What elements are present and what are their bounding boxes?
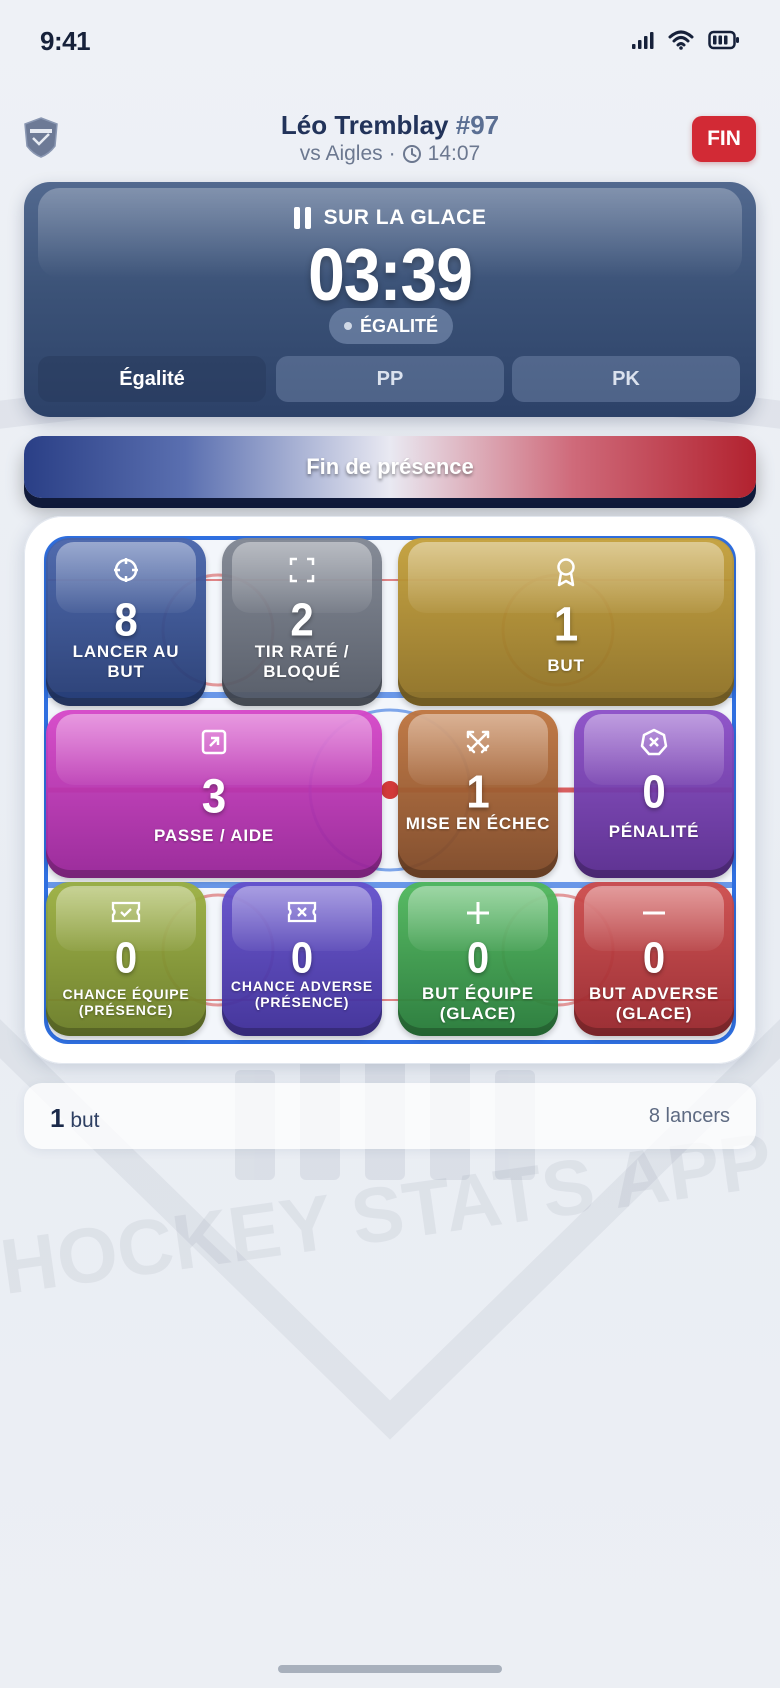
segment-penalty-kill[interactable]: PK — [512, 356, 740, 402]
on-ice-status: SUR LA GLACE — [24, 206, 756, 230]
award-ribbon-icon — [398, 556, 734, 588]
stat-body-check[interactable]: 1 MISE EN ÉCHEC — [398, 710, 558, 878]
stat-label: PÉNALITÉ — [608, 822, 700, 841]
stat-label: BUT ADVERSE (GLACE) — [588, 984, 720, 1023]
clock-icon — [402, 145, 421, 163]
game-clock: 14:07 — [427, 142, 481, 165]
strength-label: ÉGALITÉ — [359, 315, 438, 336]
goals-count: 1 — [50, 1103, 65, 1133]
on-ice-panel: SUR LA GLACE 03:39 ÉGALITÉ Égalité PP PK — [24, 182, 756, 417]
stat-opponent-goal-on-ice[interactable]: 0 BUT ADVERSE (GLACE) — [574, 882, 734, 1036]
plus-icon — [398, 900, 558, 926]
segment-power-play[interactable]: PP — [276, 356, 504, 402]
game-info: vs Aigles · 14:07 — [0, 142, 780, 166]
game-header: Léo Tremblay #97 vs Aigles · 14:07 FIN — [0, 100, 780, 180]
crosshair-icon — [46, 556, 206, 584]
stat-assist[interactable]: 3 PASSE / AIDE — [46, 710, 382, 878]
strength-badge: ÉGALITÉ — [329, 308, 453, 344]
ticket-x-icon — [222, 900, 382, 924]
arrow-up-right-square-icon — [46, 728, 382, 756]
status-time: 9:41 — [40, 26, 91, 56]
strength-dot — [343, 322, 352, 330]
stat-value: 8 — [114, 593, 138, 646]
stat-team-chance[interactable]: 0 CHANCE ÉQUIPE (PRÉSENCE) — [46, 882, 206, 1036]
shift-summary: 1 but 8 lancers — [24, 1083, 756, 1149]
goals-summary: 1 but — [50, 1103, 100, 1134]
pause-icon[interactable] — [293, 207, 312, 229]
stat-value: 0 — [642, 933, 666, 983]
on-ice-label: SUR LA GLACE — [323, 206, 487, 229]
stat-value: 2 — [290, 593, 314, 646]
stat-value: 0 — [290, 933, 314, 983]
stat-label: CHANCE ADVERSE (PRÉSENCE) — [230, 978, 374, 1011]
opponent-label: vs Aigles — [299, 142, 383, 165]
shots-summary: 8 lancers — [648, 1105, 730, 1127]
player-title: Léo Tremblay #97 — [0, 110, 780, 141]
stat-value: 1 — [553, 597, 579, 652]
status-bar: 9:41 — [0, 0, 780, 86]
status-icons — [632, 30, 740, 50]
stat-value: 0 — [466, 933, 490, 983]
end-game-button[interactable]: FIN — [692, 116, 756, 162]
crossed-swords-icon — [398, 728, 558, 756]
stat-label: MISE EN ÉCHEC — [405, 814, 551, 833]
stat-label: CHANCE ÉQUIPE (PRÉSENCE) — [62, 986, 190, 1019]
player-number: #97 — [455, 110, 500, 140]
end-shift-button[interactable]: Fin de présence — [24, 436, 756, 498]
minus-icon — [574, 900, 734, 926]
x-circle-icon — [574, 728, 734, 756]
stat-value: 0 — [114, 933, 138, 983]
wifi-icon — [668, 30, 694, 50]
stat-label: LANCER AU BUT — [72, 642, 180, 681]
frame-corners-icon — [222, 556, 382, 584]
stat-label: BUT — [547, 656, 585, 675]
stat-opponent-chance[interactable]: 0 CHANCE ADVERSE (PRÉSENCE) — [222, 882, 382, 1036]
stat-label: TIR RATÉ / BLOQUÉ — [254, 642, 350, 681]
stat-shot-on-goal[interactable]: 8 LANCER AU BUT — [46, 538, 206, 706]
info-separator: · — [388, 142, 396, 165]
stat-team-goal-on-ice[interactable]: 0 BUT ÉQUIPE (GLACE) — [398, 882, 558, 1036]
battery-icon — [708, 30, 739, 50]
stat-value: 1 — [466, 765, 490, 818]
ticket-check-icon — [46, 900, 206, 924]
stat-goal[interactable]: 1 BUT — [398, 538, 734, 706]
goals-label: but — [70, 1109, 100, 1132]
player-name: Léo Tremblay — [280, 110, 449, 140]
stat-penalty[interactable]: 0 PÉNALITÉ — [574, 710, 734, 878]
shift-timer: 03:39 — [308, 232, 473, 316]
segment-even-strength[interactable]: Égalité — [38, 356, 266, 402]
stat-missed-blocked[interactable]: 2 TIR RATÉ / BLOQUÉ — [222, 538, 382, 706]
home-indicator[interactable] — [278, 1665, 502, 1673]
cellular-signal-icon — [632, 32, 654, 49]
stat-value: 0 — [642, 765, 666, 818]
stat-label: BUT ÉQUIPE (GLACE) — [422, 984, 534, 1023]
stat-value: 3 — [201, 769, 227, 824]
stat-label: PASSE / AIDE — [153, 826, 275, 845]
